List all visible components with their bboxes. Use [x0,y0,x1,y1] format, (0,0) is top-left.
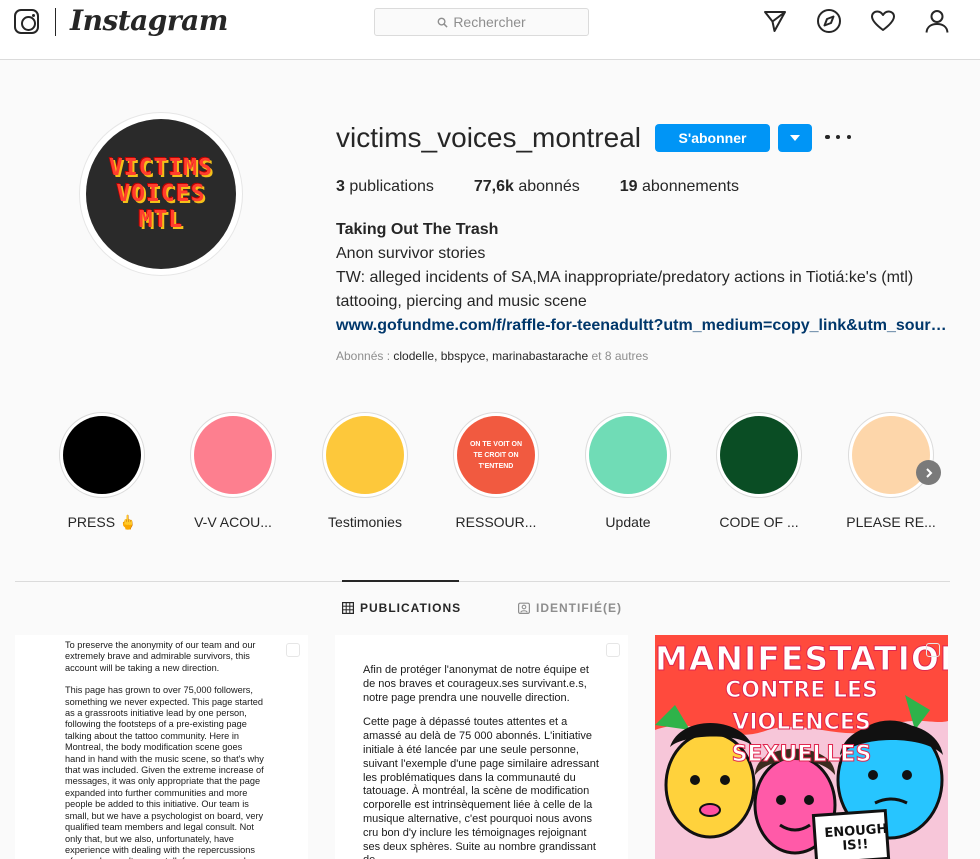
profile-avatar-ring[interactable]: VICTIMS VOICES MTL [79,112,243,276]
highlight-item[interactable]: V-V ACOU... [187,412,279,530]
profile-avatar: VICTIMS VOICES MTL [86,119,236,269]
highlight-cover [194,416,272,494]
highlight-label: PRESS 🖕 [67,514,137,530]
tab-tagged[interactable]: IDENTIFIÉ(E) [518,601,622,615]
highlight-cover [852,416,930,494]
carousel-icon [286,643,300,657]
highlight-cover [63,416,141,494]
post-paragraph: To preserve the anonymity of our team an… [65,640,256,673]
highlight-item[interactable]: CODE OF ... [713,412,805,530]
tab-publications-label: PUBLICATIONS [360,601,462,615]
post-thumbnail[interactable]: Afin de protéger l'anonymat de notre équ… [335,635,628,859]
highlight-ring [190,412,276,498]
profile-icon[interactable] [924,8,950,34]
highlight-item[interactable]: Update [582,412,674,530]
posts-stat: 3 publications [336,178,434,196]
avatar-text-line: VOICES [116,181,206,207]
followed-by[interactable]: Abonnés : clodelle, bbspyce, marinabasta… [336,349,648,363]
story-highlights: PRESS 🖕 V-V ACOU... Testimonies ON TE VO… [56,412,956,532]
highlight-label: PLEASE RE... [846,514,936,530]
search-placeholder: Rechercher [453,14,526,30]
posts-count: 3 [336,178,345,195]
grid-icon [342,602,354,614]
highlight-label: Testimonies [328,514,402,530]
post-text: Afin de protéger l'anonymat de notre équ… [363,664,603,859]
suggestions-dropdown-button[interactable] [778,124,812,152]
highlight-label: V-V ACOU... [194,514,272,530]
post-paragraph: Cette page à dépassé toutes attentes et … [363,716,599,859]
protest-sign-text: ENOUGH IS!! [824,821,888,854]
carousel-icon [606,643,620,657]
post-thumbnail[interactable]: To preserve the anonymity of our team an… [15,635,308,859]
following-stat[interactable]: 19 abonnements [620,178,739,196]
nav-icons [762,8,950,34]
profile-stats: 3 publications 77,6k abonnés 19 abonneme… [336,178,779,196]
highlight-item[interactable]: Testimonies [319,412,411,530]
avatar-text-line: VICTIMS [109,155,213,181]
bio-line: Anon survivor stories [336,245,486,262]
tagged-icon [518,602,530,614]
bio-line: tattooing, piercing and music scene [336,293,587,310]
highlight-cover-text: ON TE VOIT ON TE CROIT ON T'ENTEND [469,440,523,470]
followers-stat[interactable]: 77,6k abonnés [474,178,580,196]
highlight-item[interactable]: PRESS 🖕 [56,412,148,531]
highlight-cover [326,416,404,494]
search-input[interactable]: Rechercher [374,8,589,36]
highlight-label: CODE OF ... [719,514,799,530]
following-label: abonnements [642,178,739,195]
search-icon [437,17,448,28]
highlight-cover [589,416,667,494]
followed-by-suffix: et 8 autres [588,349,649,363]
profile-username: victims_voices_montreal [336,122,641,153]
post-title-line: SEXUELLES [731,742,872,768]
highlights-next-button[interactable] [916,460,941,485]
instagram-wordmark[interactable]: Instagram [70,4,228,37]
highlight-ring [322,412,408,498]
instagram-logo-icon[interactable] [14,9,39,34]
bio-link[interactable]: www.gofundme.com/f/raffle-for-teenadultt… [336,314,950,338]
followers-label: abonnés [518,178,580,195]
post-text: To preserve the anonymity of our team an… [65,640,265,859]
highlight-ring [59,412,145,498]
post-paragraph: Afin de protéger l'anonymat de notre équ… [363,664,589,704]
direct-icon[interactable] [762,8,788,34]
followed-by-prefix: Abonnés : [336,349,394,363]
compass-icon[interactable] [816,8,842,34]
more-options-icon[interactable] [825,127,851,147]
post-title: MANIFESTATION CONTRE LES VIOLENCES SEXUE… [655,639,948,771]
profile-bio: Taking Out The Trash Anon survivor stori… [336,218,956,338]
active-tab-indicator [342,580,459,582]
post-title-line: MANIFESTATION [655,639,948,678]
highlight-cover [720,416,798,494]
highlight-cover: ON TE VOIT ON TE CROIT ON T'ENTEND [457,416,535,494]
following-count: 19 [619,178,638,195]
post-title-line: CONTRE LES VIOLENCES [725,678,879,736]
tab-tagged-label: IDENTIFIÉ(E) [536,601,622,615]
follow-button[interactable]: S'abonner [655,124,770,152]
highlight-ring: ON TE VOIT ON TE CROIT ON T'ENTEND [453,412,539,498]
nav-divider [55,8,56,36]
highlight-ring [585,412,671,498]
highlight-ring [848,412,934,498]
bio-line: TW: alleged incidents of SA,MA inappropr… [336,269,914,286]
heart-icon[interactable] [870,8,896,34]
highlight-ring [716,412,802,498]
followed-by-names: clodelle, bbspyce, marinabastarache [393,349,589,363]
post-thumbnail[interactable]: MANIFESTATION CONTRE LES VIOLENCES SEXUE… [655,635,948,859]
tab-publications[interactable]: PUBLICATIONS [342,601,461,615]
highlight-item[interactable]: ON TE VOIT ON TE CROIT ON T'ENTEND RESSO… [450,412,542,530]
highlight-label: RESSOUR... [455,514,537,530]
followers-count: 77,6k [473,178,514,195]
tabs-divider [15,581,950,582]
post-paragraph: This page has grown to over 75,000 follo… [65,685,264,859]
top-nav: Instagram Rechercher [0,0,980,60]
highlight-label: Update [605,514,651,530]
carousel-icon [926,643,940,657]
profile-full-name: Taking Out The Trash [336,221,499,238]
posts-label: publications [349,178,434,195]
avatar-text-line: MTL [138,207,184,233]
chevron-right-icon [925,467,932,478]
